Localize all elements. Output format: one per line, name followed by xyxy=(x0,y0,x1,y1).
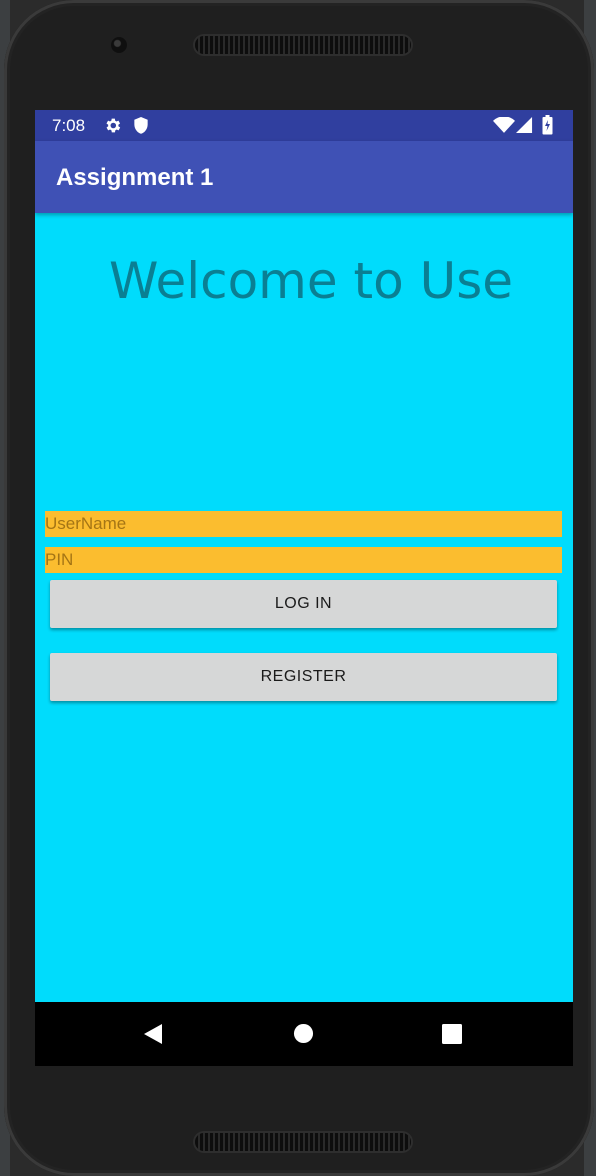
bottom-speaker xyxy=(195,1133,411,1151)
navigation-bar xyxy=(35,1002,573,1066)
welcome-heading: Welcome to Use xyxy=(108,252,514,310)
register-button[interactable]: REGISTER xyxy=(50,653,557,701)
gear-icon xyxy=(103,116,122,140)
wifi-icon xyxy=(493,116,515,139)
login-button[interactable]: LOG IN xyxy=(50,580,557,628)
pin-input[interactable] xyxy=(45,547,562,573)
back-icon[interactable] xyxy=(143,1023,163,1049)
app-bar: Assignment 1 xyxy=(35,141,573,213)
signal-icon xyxy=(516,117,533,139)
home-icon[interactable] xyxy=(293,1023,314,1048)
username-input[interactable] xyxy=(45,511,562,537)
phone-frame: 7:08 Assignment 1 Welcome to Use UserNam… xyxy=(4,0,594,1176)
shield-icon xyxy=(133,116,149,140)
device-screen: 7:08 Assignment 1 Welcome to Use UserNam… xyxy=(35,110,573,1066)
status-time: 7:08 xyxy=(52,116,86,135)
battery-icon xyxy=(542,115,553,140)
status-bar: 7:08 xyxy=(35,110,573,141)
top-speaker xyxy=(195,36,411,54)
front-camera xyxy=(111,37,127,53)
overview-icon[interactable] xyxy=(442,1024,462,1048)
app-title: Assignment 1 xyxy=(56,164,214,191)
